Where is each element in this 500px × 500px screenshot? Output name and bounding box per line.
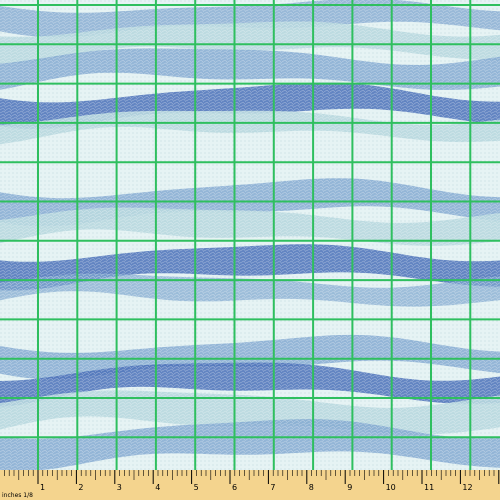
ruler: inches 1/8 1234567891011121 xyxy=(0,470,500,500)
ruler-label: 6 xyxy=(232,483,237,492)
ruler-label: 4 xyxy=(155,483,160,492)
ruler-caption: inches 1/8 xyxy=(2,492,33,499)
product-image: inches 1/8 1234567891011121 xyxy=(0,0,500,500)
ruler-label: 10 xyxy=(386,483,396,492)
ruler-label: 2 xyxy=(78,483,83,492)
ruler-label: 7 xyxy=(270,483,275,492)
ruler-label: 9 xyxy=(347,483,352,492)
ruler-label: 12 xyxy=(462,483,472,492)
ruler-label: 8 xyxy=(309,483,314,492)
ruler-label: 11 xyxy=(424,483,434,492)
ruler-label: 3 xyxy=(117,483,122,492)
fabric-pattern xyxy=(0,0,500,470)
ruler-label: 5 xyxy=(194,483,199,492)
ruler-label: 1 xyxy=(40,483,45,492)
